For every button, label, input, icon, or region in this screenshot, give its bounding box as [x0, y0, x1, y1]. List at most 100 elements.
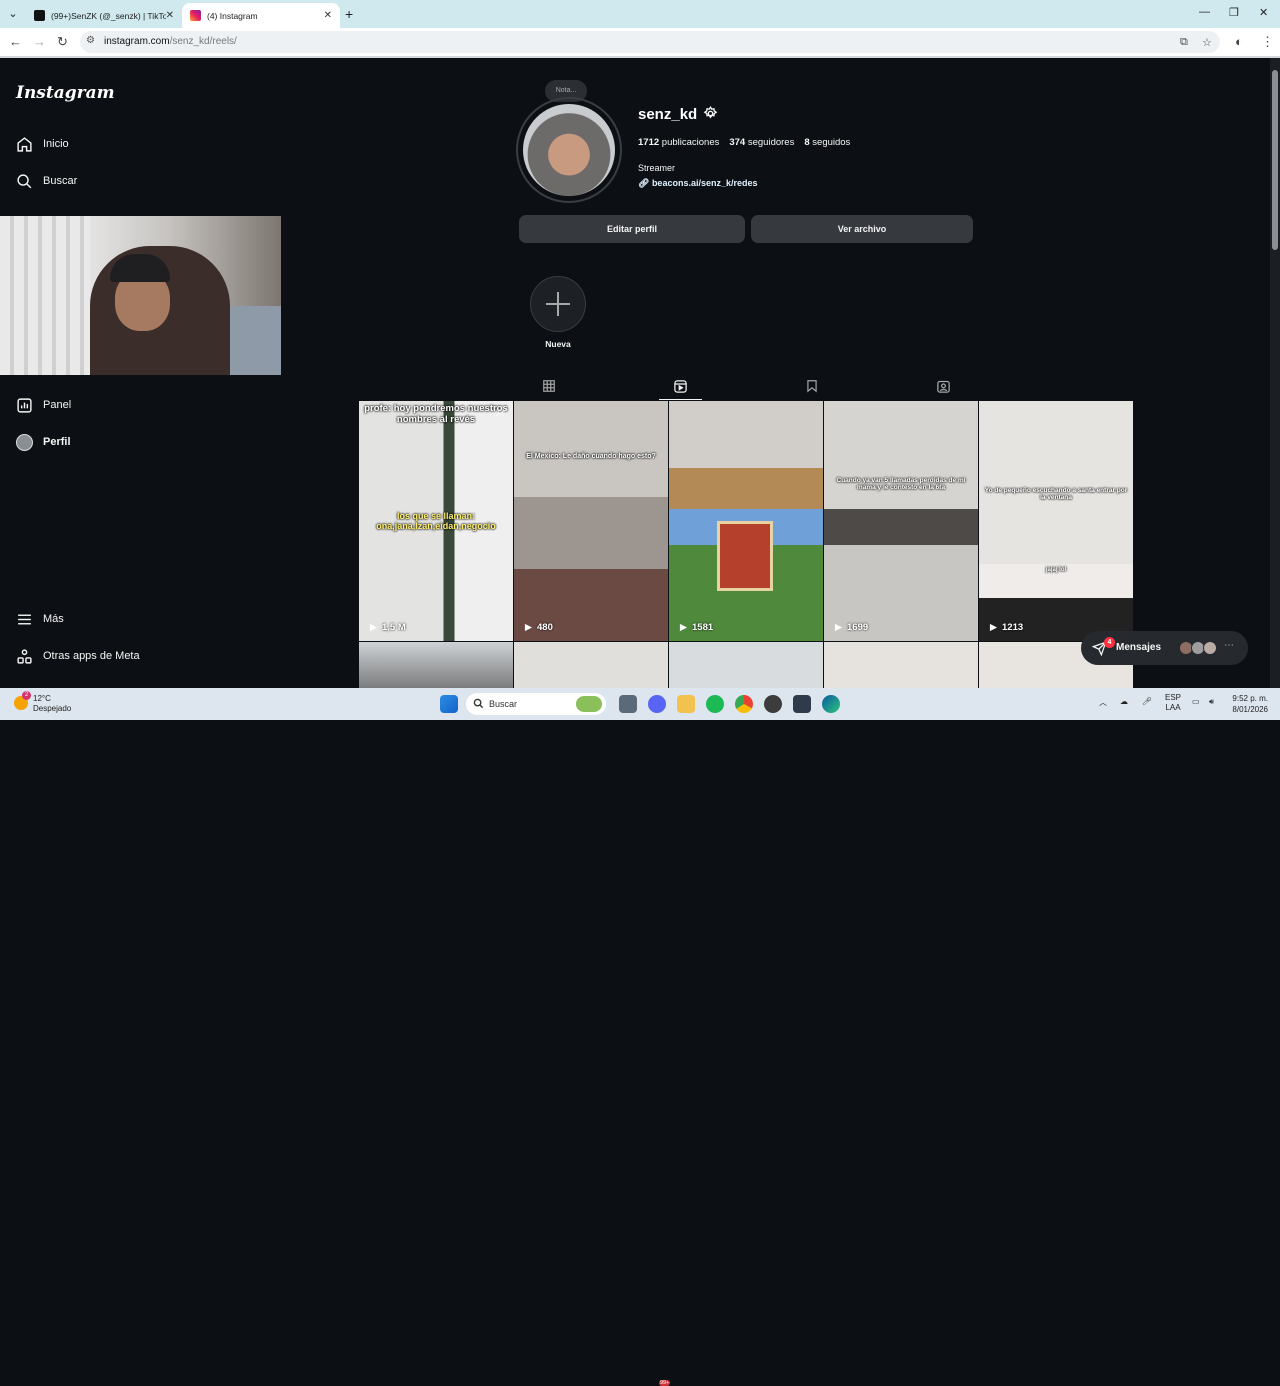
view-count: 1581	[679, 622, 713, 633]
instagram-logo[interactable]: Instagram	[16, 83, 115, 103]
restore-button[interactable]: ❐	[1229, 6, 1239, 19]
clock[interactable]: 9:52 p. m. 8/01/2026	[1224, 693, 1268, 715]
sidebar-item-profile[interactable]: Perfil	[16, 430, 71, 454]
posts-stat: 1712 publicaciones	[638, 137, 720, 148]
tab-instagram[interactable]: (4) Instagram ✕	[182, 3, 340, 28]
reel-tile[interactable]: Yo de pequeño escuchando a santa entrar …	[979, 401, 1133, 641]
search-icon	[17, 173, 32, 188]
browser-menu-icon[interactable]: ⋮	[1261, 34, 1274, 50]
sidebar-item-search[interactable]: Buscar	[16, 169, 77, 193]
back-button[interactable]: ←	[9, 34, 22, 49]
sidebar-item-dashboard[interactable]: Panel	[16, 393, 71, 417]
minimize-button[interactable]: —	[1199, 6, 1210, 18]
following-stat[interactable]: 8 seguidos	[804, 137, 850, 148]
edit-profile-button[interactable]: Editar perfil	[519, 215, 745, 243]
search-highlight-icon	[576, 696, 602, 712]
reel-tile[interactable]: El Mexico: Le daño cuando hago esto? 480	[514, 401, 668, 641]
reel-caption: Cuando ya van 5 llamadas perdidas de mi …	[836, 477, 966, 491]
search-icon	[473, 698, 484, 709]
tagged-icon	[936, 380, 950, 393]
close-window-button[interactable]: ✕	[1259, 6, 1268, 19]
language-indicator[interactable]: ESP LAA	[1165, 693, 1181, 713]
reel-tile[interactable]: 1581	[669, 401, 823, 641]
menu-icon	[18, 614, 31, 624]
reel-thumbnail	[979, 401, 1133, 641]
onedrive-icon[interactable]: ☁	[1120, 697, 1128, 706]
app-icon[interactable]	[793, 695, 811, 713]
view-count: 1213	[989, 622, 1023, 633]
site-info-icon[interactable]: ⚙	[86, 35, 95, 46]
reel-thumbnail	[514, 401, 668, 641]
tab-search-dropdown-icon[interactable]: ⌄	[4, 5, 22, 23]
start-icon[interactable]	[440, 695, 458, 713]
url-text: instagram.com/senz_kd/reels/	[104, 36, 237, 47]
microphone-icon[interactable]: 🎤︎	[1142, 697, 1152, 706]
view-count: 480	[524, 622, 553, 633]
tab-saved[interactable]	[800, 376, 824, 396]
sidebar-item-meta-apps[interactable]: Otras apps de Meta	[16, 644, 140, 668]
discord-badge: 99+	[659, 1380, 671, 1386]
discord-icon[interactable]	[648, 695, 666, 713]
gear-icon[interactable]	[703, 106, 718, 121]
sidebar-item-home[interactable]: Inicio	[16, 132, 69, 156]
grid-icon	[543, 380, 555, 392]
messages-button[interactable]: 4 Mensajes ⋯	[1081, 631, 1248, 665]
reload-button[interactable]: ↻	[57, 34, 68, 50]
reel-tile[interactable]	[359, 642, 513, 688]
reel-thumbnail	[824, 401, 978, 641]
new-tab-button[interactable]: +	[345, 6, 353, 22]
spotify-icon[interactable]	[706, 695, 724, 713]
file-explorer-icon[interactable]	[677, 695, 695, 713]
volume-icon[interactable]: 🔊︎	[1209, 697, 1214, 707]
obs-icon[interactable]	[764, 695, 782, 713]
instagram-favicon-icon	[190, 10, 201, 21]
tab-posts[interactable]	[537, 376, 561, 396]
sidebar-item-label: Más	[43, 613, 64, 625]
reel-caption: profe: hoy pondremos nuestros nombres al…	[364, 403, 508, 425]
browser-toolbar: ← → ↻ ⚙ instagram.com/senz_kd/reels/ ⧉ ☆…	[0, 28, 1280, 56]
avatar	[16, 433, 33, 451]
reel-tile[interactable]	[514, 642, 668, 688]
install-app-icon[interactable]: ⧉	[1180, 36, 1188, 49]
taskbar-search[interactable]: Buscar	[466, 693, 606, 715]
extensions-icon[interactable]: ◐	[1235, 34, 1243, 49]
profile-avatar[interactable]	[523, 104, 615, 196]
forward-button[interactable]: →	[33, 34, 46, 49]
sidebar-item-more[interactable]: Más	[16, 607, 64, 631]
address-bar[interactable]: ⚙ instagram.com/senz_kd/reels/ ⧉ ☆	[80, 31, 1220, 53]
avatar	[1203, 641, 1217, 655]
followers-stat[interactable]: 374 seguidores	[729, 137, 794, 148]
task-view-icon[interactable]	[619, 695, 637, 713]
reel-tile[interactable]: profe: hoy pondremos nuestros nombres al…	[359, 401, 513, 641]
show-hidden-icons[interactable]: ︿	[1099, 697, 1107, 708]
sidebar-item-label: Panel	[43, 399, 72, 411]
close-tab-icon[interactable]: ✕	[166, 10, 174, 21]
plus-icon	[546, 292, 570, 316]
reel-caption: Yo de pequeño escuchando a santa entrar …	[984, 487, 1128, 501]
new-highlight-label: Nueva	[545, 339, 571, 349]
tab-tagged[interactable]	[931, 376, 955, 396]
chrome-icon[interactable]	[735, 695, 753, 713]
view-count: 1,5 M	[369, 622, 406, 633]
view-archive-button[interactable]: Ver archivo	[751, 215, 973, 243]
weather-desc: Despejado	[33, 704, 72, 713]
close-tab-icon[interactable]: ✕	[324, 10, 332, 21]
tab-tiktok[interactable]: (99+)SenZK (@_senzk) | TikTok ✕	[26, 3, 182, 28]
bookmark-star-icon[interactable]: ☆	[1202, 36, 1212, 49]
weather-badge: 2	[22, 691, 31, 700]
play-icon	[369, 623, 378, 632]
messages-label: Mensajes	[1116, 642, 1162, 653]
sidebar-item-label: Buscar	[43, 175, 78, 187]
tab-reels[interactable]	[668, 376, 692, 396]
scrollbar-thumb[interactable]	[1272, 70, 1278, 250]
edge-icon[interactable]	[822, 695, 840, 713]
reel-tile[interactable]	[669, 642, 823, 688]
tiktok-favicon-icon	[34, 10, 45, 21]
reel-tile[interactable]: Cuando ya van 5 llamadas perdidas de mi …	[824, 401, 978, 641]
network-icon[interactable]: ▭	[1192, 697, 1200, 706]
active-tab-indicator	[659, 399, 702, 400]
reel-tile[interactable]	[824, 642, 978, 688]
profile-link[interactable]: 🔗︎ beacons.ai/senz_k/redes	[638, 178, 758, 189]
new-highlight-button[interactable]	[530, 276, 586, 332]
dashboard-icon	[17, 397, 32, 413]
